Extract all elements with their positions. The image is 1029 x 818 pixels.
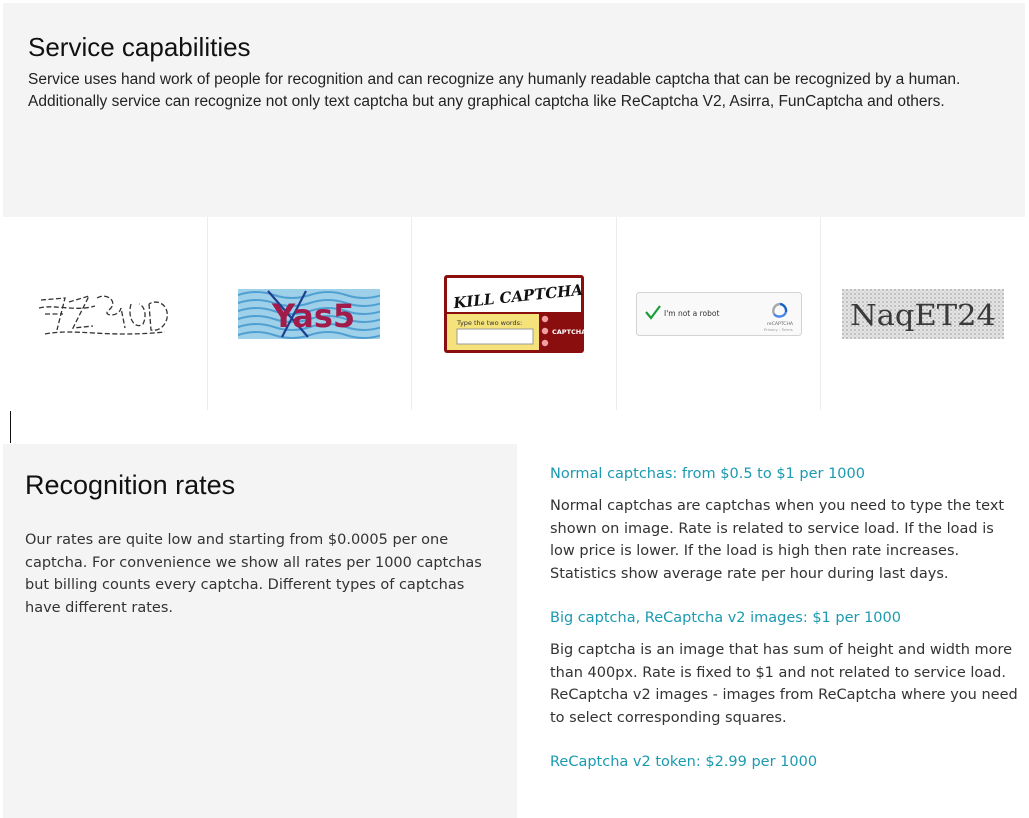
solvemedia-captcha-image: KILL CAPTCHA Type the two words: CAPTCHA [443, 274, 585, 353]
noisy-captcha-image: NaqET24 [842, 288, 1005, 339]
outline-captcha-image [38, 294, 168, 335]
recaptcha-label: I'm not a robot [664, 309, 719, 318]
capabilities-section: Service capabilities Service uses hand w… [3, 3, 1025, 217]
solvemedia-prompt: Type the two words: [456, 319, 522, 327]
noisy-captcha-text: NaqET24 [850, 298, 996, 332]
rates-section: Recognition rates Our rates are quite lo… [3, 444, 517, 818]
captcha-example-solvemedia: KILL CAPTCHA Type the two words: CAPTCHA [412, 217, 617, 410]
captcha-example-recaptcha: I'm not a robot reCAPTCHA Privacy - Term… [617, 217, 822, 410]
captcha-example-outline [3, 217, 208, 410]
capabilities-title: Service capabilities [28, 32, 251, 62]
text-cursor [10, 411, 11, 443]
rate-description-big: Big captcha is an image that has sum of … [550, 642, 1018, 726]
captcha-examples-strip: Yas5 KILL CAPTCHA Type the two words: CA… [3, 217, 1025, 410]
capabilities-description: Service uses hand work of people for rec… [28, 71, 961, 110]
rate-item-token: ReCaptcha v2 token: $2.99 per 1000 [550, 750, 1020, 774]
recaptcha-widget-image: I'm not a robot reCAPTCHA Privacy - Term… [635, 291, 802, 336]
wavy-captcha-image: Yas5 [238, 288, 381, 339]
captcha-example-wavy: Yas5 [208, 217, 413, 410]
rates-list: Normal captchas: from $0.5 to $1 per 100… [550, 462, 1020, 774]
rate-description-normal: Normal captchas are captchas when you ne… [550, 498, 1005, 582]
wavy-captcha-text: Yas5 [271, 297, 355, 335]
captcha-example-noisy: NaqET24 [821, 217, 1025, 410]
rate-item-normal: Normal captchas: from $0.5 to $1 per 100… [550, 462, 1020, 585]
recaptcha-links: Privacy - Terms [764, 327, 793, 332]
rates-title: Recognition rates [25, 470, 236, 500]
rate-item-big: Big captcha, ReCaptcha v2 images: $1 per… [550, 606, 1020, 729]
solvemedia-brand: CAPTCHA [552, 328, 585, 336]
rate-title-normal[interactable]: Normal captchas: from $0.5 to $1 per 100… [550, 462, 1020, 486]
rate-title-big[interactable]: Big captcha, ReCaptcha v2 images: $1 per… [550, 606, 1020, 630]
rate-title-token[interactable]: ReCaptcha v2 token: $2.99 per 1000 [550, 750, 1020, 774]
rates-intro: Our rates are quite low and starting fro… [25, 532, 482, 616]
